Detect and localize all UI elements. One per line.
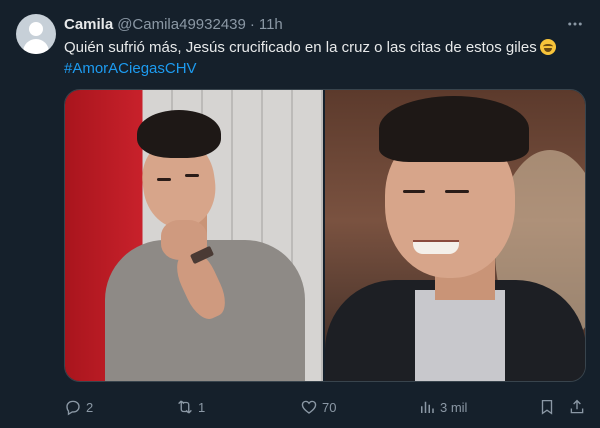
- reply-button[interactable]: 2: [64, 396, 93, 418]
- man-eye-right: [185, 174, 199, 177]
- tweet-timestamp[interactable]: 11h: [259, 16, 283, 33]
- views-button[interactable]: 3 mil: [418, 396, 467, 418]
- man-hair: [137, 110, 221, 158]
- more-horizontal-icon: [568, 22, 582, 26]
- reply-count: 2: [86, 399, 94, 415]
- media-photo-right[interactable]: [325, 90, 585, 381]
- young-man-eye-left: [403, 190, 425, 193]
- tweet[interactable]: Camila @Camila49932439 · 11h Quién sufri…: [0, 0, 600, 428]
- media-photo-left[interactable]: [65, 90, 323, 381]
- like-count: 70: [322, 399, 337, 415]
- young-man-hair: [379, 96, 529, 162]
- retweet-count: 1: [198, 399, 206, 415]
- author-name[interactable]: Camila: [64, 16, 113, 33]
- avatar-body: [23, 39, 49, 54]
- views-count: 3 mil: [440, 399, 468, 415]
- inner-shirt: [415, 290, 505, 381]
- share-icon: [570, 399, 584, 414]
- hashtag-link[interactable]: #AmorACiegasCHV: [64, 58, 584, 79]
- views-chart-icon: [421, 401, 434, 413]
- retweet-button[interactable]: 1: [176, 396, 205, 418]
- tweet-text-line: Quién sufrió más, Jesús crucificado en l…: [64, 37, 584, 58]
- avatar[interactable]: [16, 14, 56, 54]
- avatar-head: [29, 22, 43, 36]
- tweet-actions: 2 1 70 3 mil: [64, 396, 586, 418]
- like-button[interactable]: 70: [300, 396, 336, 418]
- rolling-on-floor-laughing-emoji-icon: [539, 39, 556, 55]
- man-eye-left: [157, 178, 171, 181]
- share-button[interactable]: [568, 396, 590, 418]
- bookmark-icon: [541, 399, 553, 415]
- header-separator: ·: [249, 15, 255, 33]
- heart-icon: [301, 400, 317, 414]
- author-handle[interactable]: @Camila49932439: [117, 16, 246, 33]
- tweet-header: Camila @Camila49932439 · 11h: [64, 14, 283, 34]
- young-man-eye-right: [445, 190, 469, 193]
- more-options-button[interactable]: [564, 14, 586, 34]
- tweet-text: Quién sufrió más, Jesús crucificado en l…: [64, 37, 584, 79]
- young-man-smile: [413, 240, 459, 254]
- bookmark-button[interactable]: [538, 396, 560, 418]
- tweet-text-body: Quién sufrió más, Jesús crucificado en l…: [64, 39, 537, 56]
- retweet-icon: [178, 400, 192, 414]
- tweet-media[interactable]: [64, 89, 586, 382]
- reply-icon: [66, 400, 80, 416]
